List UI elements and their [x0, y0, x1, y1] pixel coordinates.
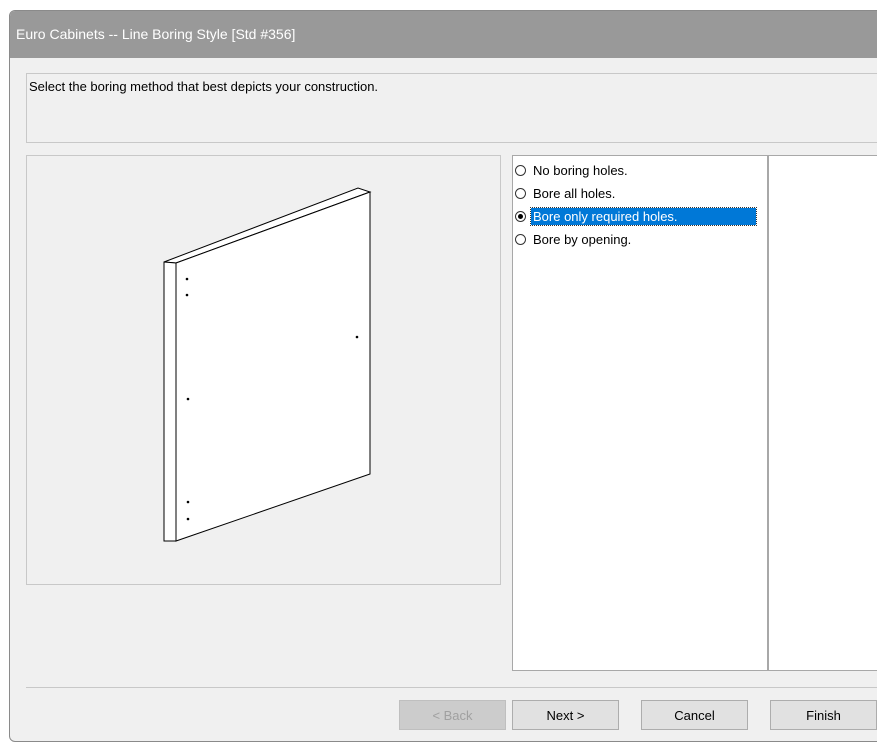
boring-hole	[185, 293, 189, 297]
radio-no-boring-holes[interactable]	[515, 165, 526, 176]
option-bore-only-required-holes[interactable]: Bore only required holes.	[515, 207, 757, 226]
preview-panel	[26, 155, 501, 585]
panel-main-face	[175, 191, 371, 542]
option-bore-by-opening[interactable]: Bore by opening.	[515, 230, 633, 249]
next-button[interactable]: Next >	[512, 700, 619, 730]
boring-hole	[186, 397, 190, 401]
option-label: Bore only required holes.	[530, 207, 757, 226]
cancel-button[interactable]: Cancel	[641, 700, 748, 730]
boring-hole	[185, 277, 189, 281]
boring-hole	[186, 500, 190, 504]
wizard-window: Euro Cabinets -- Line Boring Style [Std …	[9, 10, 877, 742]
window-title: Euro Cabinets -- Line Boring Style [Std …	[10, 11, 877, 58]
back-button[interactable]: < Back	[399, 700, 506, 730]
boring-options-list[interactable]: No boring holes. Bore all holes. Bore on…	[512, 155, 768, 671]
radio-bore-all-holes[interactable]	[515, 188, 526, 199]
cabinet-side-panel-illustration	[163, 187, 372, 542]
instruction-text: Select the boring method that best depic…	[29, 79, 379, 94]
option-label: No boring holes.	[533, 163, 628, 178]
option-label: Bore by opening.	[533, 232, 632, 247]
option-label: Bore all holes.	[533, 186, 616, 201]
option-no-boring-holes[interactable]: No boring holes.	[515, 161, 630, 180]
panel-front-edge	[163, 261, 177, 542]
instruction-box: Select the boring method that best depic…	[26, 73, 877, 143]
options-side-pane	[768, 155, 877, 671]
radio-bore-only-required-holes[interactable]	[515, 211, 526, 222]
boring-hole	[355, 335, 359, 339]
button-separator	[26, 687, 877, 688]
finish-button[interactable]: Finish	[770, 700, 877, 730]
option-bore-all-holes[interactable]: Bore all holes.	[515, 184, 617, 203]
boring-hole	[186, 517, 190, 521]
radio-bore-by-opening[interactable]	[515, 234, 526, 245]
